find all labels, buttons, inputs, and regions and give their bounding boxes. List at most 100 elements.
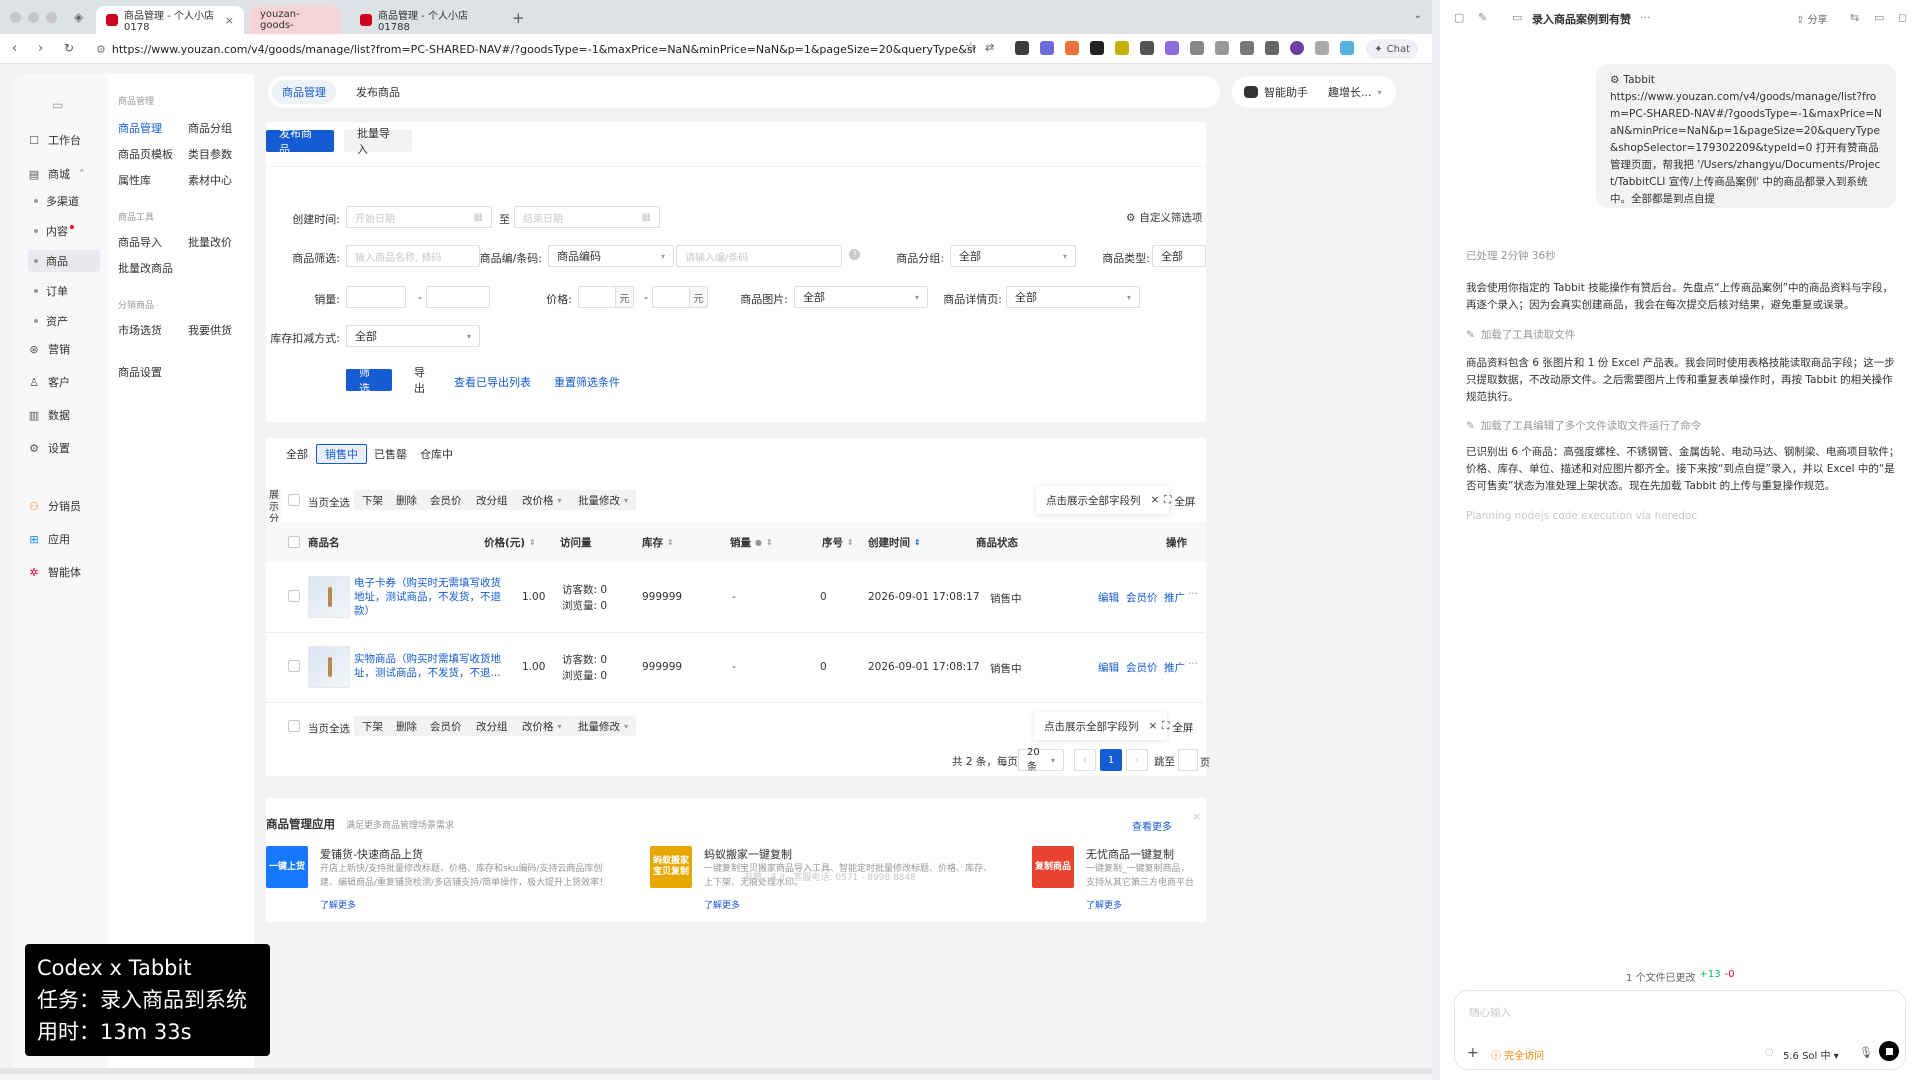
select-all-checkbox-bottom[interactable] [288, 720, 300, 732]
learn-more-link[interactable]: 了解更多 [1086, 898, 1122, 911]
layout-icon[interactable]: ⇆ [1850, 11, 1859, 24]
subnav-item-category-params[interactable]: 类目参数 [188, 146, 232, 162]
status-tab-on-sale[interactable]: 销售中 [316, 444, 367, 464]
header-checkbox[interactable] [288, 536, 300, 548]
file-changes-summary[interactable]: 1 个文件已更改 +13 -0 [1626, 969, 1735, 984]
export-button[interactable]: 导出 [402, 366, 444, 395]
close-icon[interactable]: × [1149, 720, 1158, 732]
help-icon[interactable]: ? [849, 249, 860, 260]
expand-icon[interactable]: ◻ [1898, 11, 1907, 24]
profile-avatar[interactable] [1290, 41, 1304, 55]
goods-name-input[interactable]: 输入商品名称, 條码 [346, 245, 480, 267]
page-size-select[interactable]: 20 条 ▾ [1018, 747, 1064, 773]
extension-icon[interactable] [1015, 41, 1029, 55]
tab-publish-goods[interactable]: 发布商品 [346, 80, 410, 104]
model-select[interactable]: 5.6 Sol 中 ▾ [1783, 1047, 1839, 1062]
app-icon[interactable]: 一键上货 [266, 846, 308, 888]
sidebar-item-settings[interactable]: ⚙ 设置 [28, 438, 70, 458]
promote-link[interactable]: 推广 [1164, 590, 1185, 605]
detail-page-select[interactable]: 全部 ▾ [1006, 286, 1140, 308]
sidebar-sub-orders[interactable]: 订单 [34, 282, 68, 300]
subnav-item-supply[interactable]: 我要供货 [188, 322, 232, 338]
goods-image-select[interactable]: 全部 ▾ [794, 286, 928, 308]
store-logo-icon[interactable]: ▭ [52, 98, 63, 112]
extension-icon[interactable] [1115, 41, 1129, 55]
fullscreen-button[interactable]: ⛶ 全屏 [1162, 720, 1193, 735]
price-min-input[interactable]: 元 [578, 286, 634, 308]
subnav-item-goods-import[interactable]: 商品导入 [118, 234, 162, 250]
app-title[interactable]: 蚂蚁搬家一键复制 [704, 846, 792, 862]
show-all-fields-tip[interactable]: 点击展示全部字段列 × [1036, 486, 1170, 514]
column-header-price[interactable]: 价格(元) ⇕ [484, 522, 536, 562]
start-date-input[interactable]: 开始日期 ▦ [346, 206, 492, 228]
edit-link[interactable]: 编辑 [1098, 660, 1119, 675]
app-title[interactable]: 无忧商品一键复制 [1086, 846, 1174, 862]
bulk-delete-button[interactable]: 删除 [388, 490, 425, 510]
bulk-member-price-button[interactable]: 会员价 [422, 490, 470, 510]
next-page-icon[interactable]: › [1126, 749, 1148, 771]
product-name-link[interactable]: 实物商品（购买时需填写收货地址，测试商品，不发货，不退... [354, 652, 504, 680]
code-input[interactable]: 请输入编/条码 [676, 245, 842, 267]
maximize-window-button[interactable] [46, 12, 57, 23]
subnav-item-attribute-lib[interactable]: 属性库 [118, 172, 151, 188]
message-input[interactable]: 随心输入 [1469, 1005, 1511, 1020]
sidebar-sub-multichannel[interactable]: 多渠道 [34, 192, 79, 210]
site-info-icon[interactable]: ⚙ [96, 43, 106, 56]
more-icon[interactable]: ··· [1640, 11, 1651, 24]
learn-more-link[interactable]: 了解更多 [320, 898, 356, 911]
column-header-sales[interactable]: 销量 ● ⇕ [730, 522, 773, 562]
status-tab-warehouse[interactable]: 仓库中 [412, 444, 461, 464]
subnav-item-goods-group[interactable]: 商品分组 [188, 120, 232, 136]
goods-group-select[interactable]: 全部 ▾ [950, 245, 1076, 267]
product-thumbnail[interactable] [308, 576, 350, 618]
browser-tab-2[interactable]: youzan-goods- [250, 6, 340, 34]
tab-list-chevron-icon[interactable]: ⌄ [1414, 10, 1422, 21]
address-bar[interactable]: ⚙ https://www.youzan.com/v4/goods/manage… [96, 38, 976, 60]
back-icon[interactable]: ‹ [12, 41, 17, 56]
column-header-seq[interactable]: 序号 ⇕ [822, 522, 854, 562]
goods-type-select[interactable]: 全部 [1152, 245, 1206, 267]
window-icon[interactable]: ▭ [1874, 11, 1884, 24]
edit-link[interactable]: 编辑 [1098, 590, 1119, 605]
sidebar-item-workbench[interactable]: ☐ 工作台 [28, 130, 81, 150]
microphone-icon[interactable]: 🎙 [1859, 1046, 1873, 1059]
seq-cell[interactable]: 0 [820, 591, 827, 603]
price-max-input[interactable]: 元 [652, 286, 708, 308]
app-title[interactable]: 爱铺货-快速商品上货 [320, 846, 423, 862]
app-icon[interactable]: 蚂蚁搬家宝贝复制 [650, 846, 692, 888]
horizontal-scrollbar[interactable] [0, 1068, 1432, 1074]
learn-more-link[interactable]: 了解更多 [704, 898, 740, 911]
download-icon[interactable] [1240, 41, 1254, 55]
tab-goods-manage[interactable]: 商品管理 [272, 80, 336, 104]
subnav-item-goods-settings[interactable]: 商品设置 [118, 364, 162, 380]
member-price-link[interactable]: 会员价 [1126, 660, 1158, 675]
bulk-delist-button[interactable]: 下架 [354, 716, 391, 736]
status-tab-all[interactable]: 全部 [278, 444, 316, 464]
bulk-change-price-button[interactable]: 改价格 ▾ [514, 490, 570, 510]
publish-goods-button[interactable]: 发布商品 [266, 127, 334, 156]
download-icon[interactable] [1190, 41, 1204, 55]
new-chat-icon[interactable]: ✎ [1478, 11, 1487, 24]
sidebar-item-customers[interactable]: ♙ 客户 [28, 372, 70, 392]
add-attachment-icon[interactable]: + [1467, 1045, 1479, 1061]
app-icon[interactable]: 复制商品 [1032, 846, 1074, 888]
subnav-item-market[interactable]: 市场选货 [118, 322, 162, 338]
bulk-change-group-button[interactable]: 改分组 [468, 490, 516, 510]
sidebar-sub-content[interactable]: 内容 [34, 222, 74, 240]
share-button[interactable]: ⇪ 分享 [1796, 11, 1828, 26]
close-tab-icon[interactable]: × [225, 14, 234, 27]
more-icon[interactable]: ··· [1188, 588, 1198, 600]
extension-icon[interactable] [1065, 41, 1079, 55]
select-all-checkbox[interactable] [288, 494, 300, 506]
subnav-item-batch-edit[interactable]: 批量改商品 [118, 260, 173, 276]
subnav-item-goods-manage[interactable]: 商品管理 [118, 120, 162, 136]
sales-min-input[interactable] [346, 286, 406, 308]
browser-tab-3[interactable]: 商品管理 - 个人小店01788 [350, 6, 498, 34]
code-type-select[interactable]: 商品编码 ▾ [548, 245, 674, 267]
sidebar-item-data[interactable]: ▥ 数据 [28, 405, 70, 425]
bulk-change-price-button[interactable]: 改价格 ▾ [514, 716, 570, 736]
custom-filter-button[interactable]: ⚙ 自定义筛选项 [1126, 210, 1202, 225]
stop-button[interactable] [1879, 1041, 1899, 1061]
close-icon[interactable]: × [1151, 494, 1160, 506]
subnav-item-batch-price[interactable]: 批量改价 [188, 234, 232, 250]
